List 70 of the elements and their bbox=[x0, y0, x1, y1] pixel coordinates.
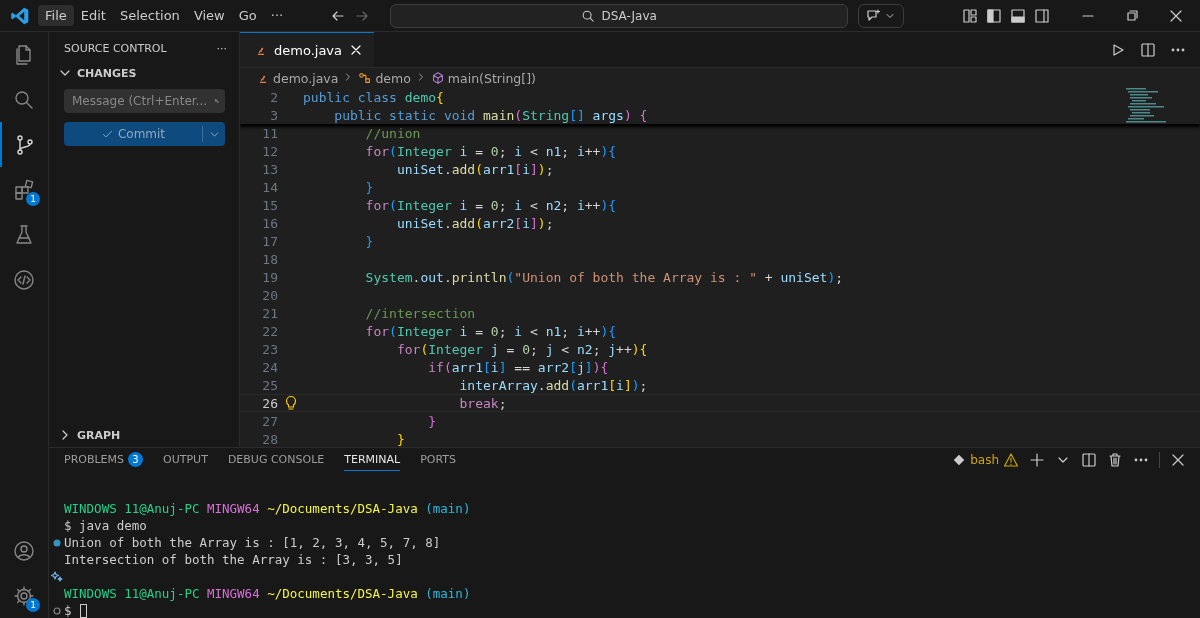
code-line: public static void main(String[] args) { bbox=[333, 107, 648, 123]
line-number: 20 bbox=[261, 287, 278, 303]
menu-item[interactable]: Selection bbox=[112, 5, 187, 26]
line-number: 15 bbox=[261, 197, 278, 213]
line-number: 16 bbox=[261, 215, 278, 231]
line-number: 23 bbox=[261, 341, 278, 357]
panel-tab[interactable]: DEBUG CONSOLE bbox=[227, 449, 325, 471]
code-line: //union bbox=[364, 125, 421, 141]
code-line: for(Integer i = 0; i < n2; i++){ bbox=[364, 197, 617, 213]
code-line: uniSet.add(arr1[i]); bbox=[395, 161, 554, 177]
panel-tab[interactable]: TERMINAL bbox=[344, 449, 401, 471]
section-header[interactable]: CHANGES bbox=[77, 66, 137, 80]
count-badge: 1 bbox=[26, 598, 40, 612]
more-menu[interactable]: ··· bbox=[263, 5, 291, 26]
line-number: 22 bbox=[261, 323, 278, 339]
panel-tab[interactable]: PROBLEMS 3 bbox=[64, 448, 144, 472]
line-number: 2 bbox=[269, 89, 278, 105]
count-badge: 3 bbox=[128, 452, 144, 467]
code-line: System.out.println("Union of both the Array is : " + uniSet); bbox=[364, 269, 844, 285]
code-line: } bbox=[364, 233, 374, 249]
line-number: 19 bbox=[261, 269, 278, 285]
line-number: 13 bbox=[261, 161, 278, 177]
code-line: break; bbox=[458, 395, 507, 411]
code-line: } bbox=[364, 179, 374, 195]
code-line: for(Integer j = 0; j < n2; j++){ bbox=[395, 341, 648, 357]
line-number: 21 bbox=[261, 305, 278, 321]
commit-button[interactable]: Commit bbox=[64, 122, 225, 146]
terminal-line: Intersection of both the Array is : [3, 3, 5] bbox=[64, 552, 403, 567]
code-line: if(arr1[i] == arr2[j]){ bbox=[427, 359, 609, 375]
panel-tab[interactable]: PORTS bbox=[420, 449, 456, 471]
line-number: 17 bbox=[261, 233, 278, 249]
line-number: 18 bbox=[261, 251, 278, 267]
code-line: } bbox=[395, 431, 405, 447]
menu-item[interactable]: File bbox=[38, 5, 74, 26]
command-center-search[interactable]: DSA-Java bbox=[390, 3, 849, 28]
line-number: 12 bbox=[261, 143, 278, 159]
menu-item[interactable]: View bbox=[186, 5, 232, 26]
line-number: 14 bbox=[261, 179, 278, 195]
breadcrumb-item[interactable]: demo.java bbox=[273, 70, 339, 86]
count-badge: 1 bbox=[26, 192, 40, 206]
terminal-prompt: WINDOWS 11@Anuj-PC MINGW64 ~/Documents/DSA-Java (main) bbox=[64, 586, 471, 601]
code-line: for(Integer i = 0; i < n1; i++){ bbox=[364, 143, 617, 159]
code-line: for(Integer i = 0; i < n1; i++){ bbox=[364, 323, 617, 339]
code-line: interArray.add(arr1[i]); bbox=[458, 377, 648, 393]
terminal-line: $ bbox=[64, 603, 72, 618]
section-header[interactable]: GRAPH bbox=[77, 428, 121, 442]
sidebar-title: SOURCE CONTROL bbox=[64, 42, 167, 55]
breadcrumb-item[interactable]: demo bbox=[375, 70, 411, 86]
terminal-line: Union of both the Array is : [1, 2, 3, 4, 5, 7, 8] bbox=[64, 535, 441, 550]
breadcrumb-item[interactable]: main(String[]) bbox=[447, 70, 536, 86]
code-line: uniSet.add(arr2[i]); bbox=[395, 215, 554, 231]
terminal-line: $ java demo bbox=[64, 518, 147, 533]
menu-item[interactable]: Edit bbox=[73, 5, 113, 26]
panel-tab[interactable]: OUTPUT bbox=[163, 449, 208, 471]
menu-item[interactable]: Go bbox=[231, 5, 264, 26]
line-number: 26 bbox=[261, 395, 278, 411]
more-actions[interactable]: ··· bbox=[216, 42, 227, 55]
code-line: //intersection bbox=[364, 305, 476, 321]
code-line: public class demo{ bbox=[303, 89, 444, 105]
line-number: 27 bbox=[261, 413, 278, 429]
code-line: } bbox=[427, 413, 437, 429]
line-number: 24 bbox=[261, 359, 278, 375]
terminal-name[interactable]: bash bbox=[970, 453, 999, 467]
line-number: 3 bbox=[269, 107, 278, 123]
editor-tab[interactable]: demo.java bbox=[240, 32, 374, 67]
commit-message-field[interactable]: Message (Ctrl+Enter... bbox=[64, 89, 225, 113]
terminal-prompt: WINDOWS 11@Anuj-PC MINGW64 ~/Documents/DSA-Java (main) bbox=[64, 501, 471, 516]
line-number: 25 bbox=[261, 377, 278, 393]
line-number: 11 bbox=[261, 125, 278, 141]
line-number: 28 bbox=[261, 431, 278, 447]
